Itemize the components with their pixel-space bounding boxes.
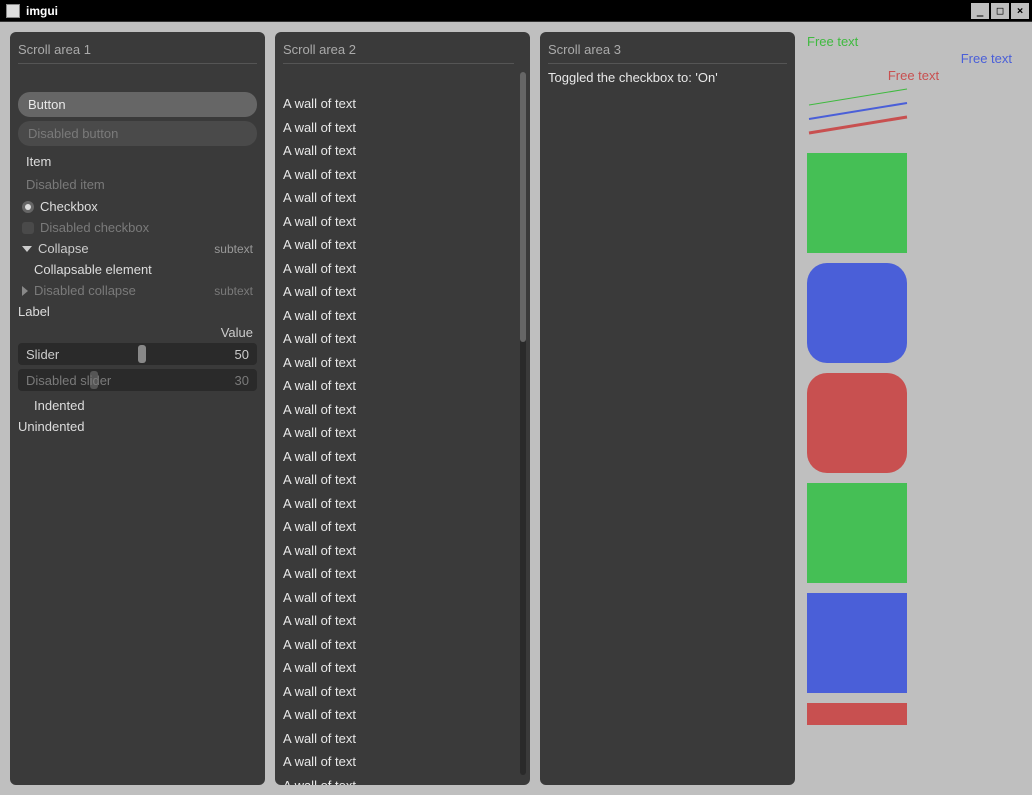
wall-text-line: A wall of text [283, 398, 514, 422]
collapse-label: Disabled collapse [34, 283, 136, 298]
disabled-checkbox: Disabled checkbox [18, 217, 257, 238]
slider-value: 30 [235, 373, 249, 388]
line-red [809, 117, 907, 133]
scroll-area-3: Scroll area 3 Toggled the checkbox to: '… [540, 32, 795, 785]
app-icon [6, 4, 20, 18]
disabled-item: Disabled item [18, 173, 257, 196]
wall-text-line: A wall of text [283, 774, 514, 786]
scroll-area-2: Scroll area 2 A wall of textA wall of te… [275, 32, 530, 785]
status-text: Toggled the checkbox to: 'On' [548, 68, 787, 87]
checkbox-label: Checkbox [40, 199, 98, 214]
wall-text-line: A wall of text [283, 186, 514, 210]
wall-text-line: A wall of text [283, 562, 514, 586]
wall-text-line: A wall of text [283, 421, 514, 445]
wall-text-line: A wall of text [283, 233, 514, 257]
shape-blue-square [807, 593, 907, 693]
wall-text-line: A wall of text [283, 680, 514, 704]
wall-text-line: A wall of text [283, 656, 514, 680]
label: Label [18, 301, 257, 322]
wall-text-line: A wall of text [283, 163, 514, 187]
wall-text-line: A wall of text [283, 515, 514, 539]
collapse-label: Collapse [38, 241, 89, 256]
wall-text-line: A wall of text [283, 750, 514, 774]
window-titlebar: imgui _ □ × [0, 0, 1032, 22]
wall-text-line: A wall of text [283, 280, 514, 304]
scroll-area-1: Scroll area 1 Button Disabled button Ite… [10, 32, 265, 785]
panel-title: Scroll area 2 [283, 42, 514, 57]
wall-text-line: A wall of text [283, 633, 514, 657]
chevron-down-icon [22, 246, 32, 252]
item[interactable]: Item [18, 150, 257, 173]
panel-title: Scroll area 3 [548, 42, 787, 57]
wall-text-line: A wall of text [283, 539, 514, 563]
separator [548, 63, 787, 64]
shape-red-partial [807, 703, 907, 725]
wall-text-line: A wall of text [283, 703, 514, 727]
slider-value: 50 [235, 347, 249, 362]
collapse-subtext: subtext [214, 242, 253, 256]
wall-text-line: A wall of text [283, 351, 514, 375]
wall-text-line: A wall of text [283, 257, 514, 281]
shape-blue-rounded [807, 263, 907, 363]
scrollbar-thumb[interactable] [520, 72, 526, 342]
wall-text-line: A wall of text [283, 327, 514, 351]
slider-label: Disabled slider [26, 373, 111, 388]
disabled-collapse: Disabled collapse subtext [18, 280, 257, 301]
shape-red-rounded [807, 373, 907, 473]
line-blue [809, 103, 907, 119]
wall-text-line: A wall of text [283, 210, 514, 234]
wall-text-line: A wall of text [283, 92, 514, 116]
wall-text-line: A wall of text [283, 727, 514, 751]
button[interactable]: Button [18, 92, 257, 117]
slider-handle[interactable] [138, 345, 146, 363]
collapse-subtext: subtext [214, 284, 253, 298]
checkbox-icon [22, 201, 34, 213]
collapse-content: Collapsable element [18, 259, 257, 280]
wall-text-line: A wall of text [283, 586, 514, 610]
separator [283, 63, 514, 64]
wall-text-line: A wall of text [283, 139, 514, 163]
scrollbar[interactable] [520, 72, 526, 775]
wall-text-line: A wall of text [283, 374, 514, 398]
checkbox-label: Disabled checkbox [40, 220, 149, 235]
free-text-red: Free text [807, 68, 1020, 83]
shape-green-square [807, 153, 907, 253]
chevron-right-icon [22, 286, 28, 296]
free-text-green: Free text [807, 34, 1020, 49]
line-green [809, 89, 907, 105]
free-text-blue: Free text [807, 51, 1020, 66]
wall-text-line: A wall of text [283, 445, 514, 469]
wall-text-line: A wall of text [283, 304, 514, 328]
slider[interactable]: Slider 50 [18, 343, 257, 365]
wall-text-line: A wall of text [283, 492, 514, 516]
value-label: Value [18, 322, 257, 343]
disabled-slider: Disabled slider 30 [18, 369, 257, 391]
wall-text-line: A wall of text [283, 116, 514, 140]
shape-green-square-2 [807, 483, 907, 583]
wall-text-line: A wall of text [283, 468, 514, 492]
disabled-button: Disabled button [18, 121, 257, 146]
indented-item: Indented [18, 395, 257, 416]
checkbox[interactable]: Checkbox [18, 196, 257, 217]
window-title: imgui [26, 4, 58, 18]
wall-text-line: A wall of text [283, 609, 514, 633]
maximize-button[interactable]: □ [990, 2, 1010, 20]
close-button[interactable]: × [1010, 2, 1030, 20]
checkbox-icon [22, 222, 34, 234]
panel-title: Scroll area 1 [18, 42, 257, 57]
minimize-button[interactable]: _ [970, 2, 990, 20]
slider-label: Slider [26, 347, 59, 362]
unindented-item: Unindented [18, 416, 257, 437]
collapse[interactable]: Collapse subtext [18, 238, 257, 259]
right-area: Free text Free text Free text [805, 32, 1022, 785]
separator [18, 63, 257, 64]
lines-svg [807, 87, 917, 137]
